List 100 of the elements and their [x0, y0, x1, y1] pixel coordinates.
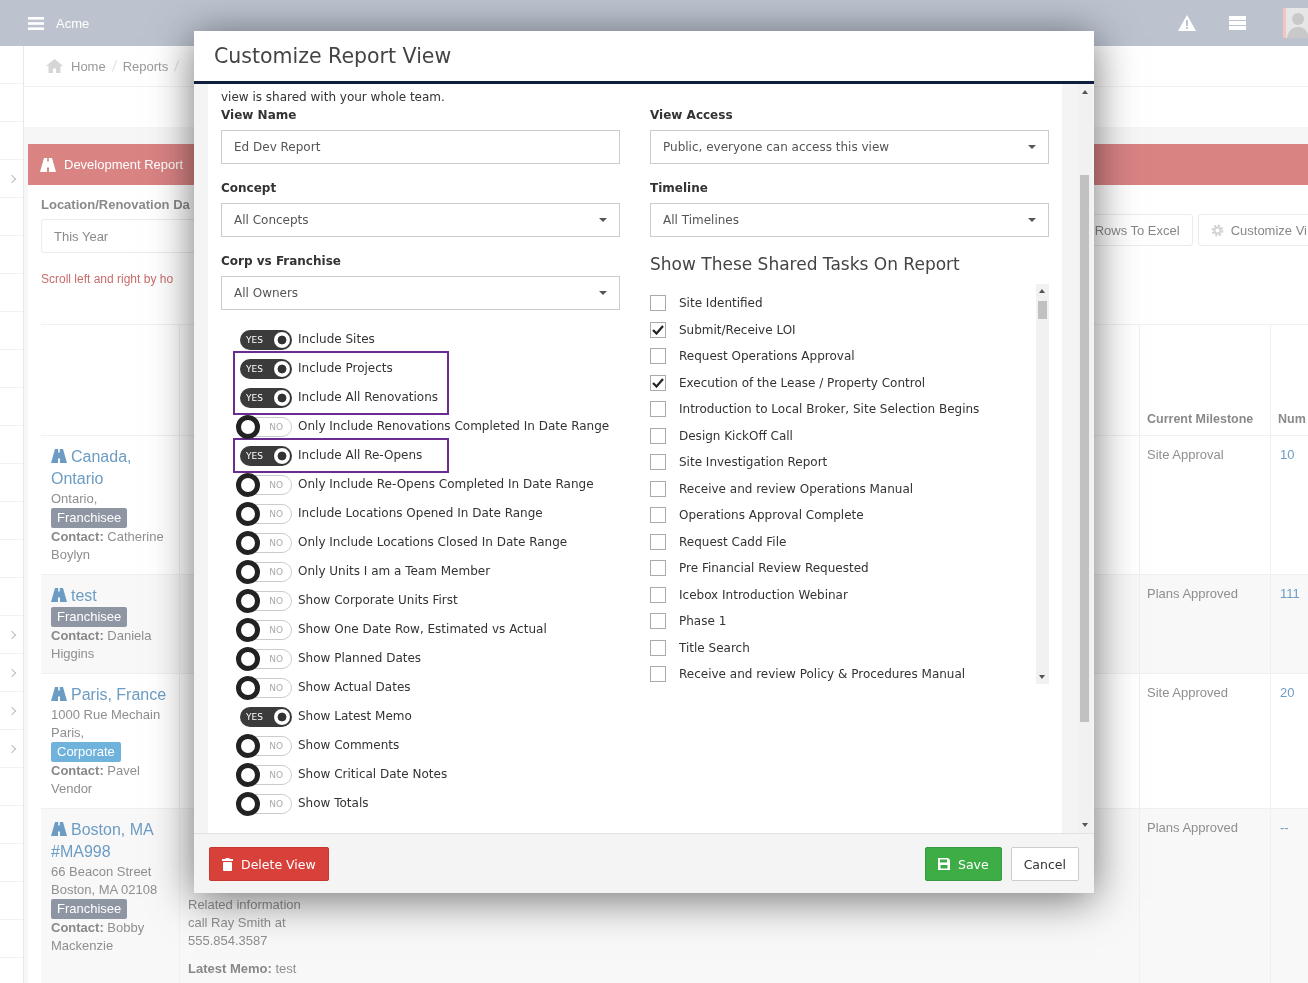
checkbox[interactable] [650, 639, 666, 656]
field-label: Corp vs Franchise [221, 253, 342, 270]
delete-button[interactable]: Delete View [209, 847, 329, 881]
task-label: Phase 1 [679, 614, 727, 629]
gear-icon [1210, 223, 1224, 237]
checkbox[interactable] [650, 507, 666, 524]
checkbox[interactable] [650, 401, 666, 418]
checkbox[interactable] [650, 348, 666, 365]
contact-text: Contact: Daniela Higgins [51, 627, 153, 663]
checkbox[interactable] [650, 666, 666, 683]
toggle-label: Only Include Renovations Completed In Date Range [298, 418, 610, 435]
toggle-label: Show Planned Dates [298, 650, 422, 667]
road-icon [51, 588, 67, 602]
location-link[interactable]: Canada, Ontario [51, 446, 171, 490]
field-label: View Access [650, 107, 734, 124]
cancel-button[interactable]: Cancel [1010, 847, 1079, 881]
type-badge: Franchisee [51, 508, 128, 528]
brand-name[interactable]: Acme [56, 15, 90, 31]
toggle-label: Include Locations Opened In Date Range [298, 505, 543, 522]
toggle-label: Only Include Locations Closed In Date Range [298, 534, 568, 551]
toggle-label: Include All Renovations [298, 389, 438, 406]
field-label: Timeline [650, 180, 709, 197]
checkbox[interactable] [650, 480, 666, 497]
milestone-text: Plans Approved [1147, 586, 1239, 601]
toggle-label: Show Comments [298, 737, 400, 754]
toggle-label: Include Projects [298, 360, 393, 377]
avatar[interactable] [1283, 8, 1308, 38]
task-label: Design KickOff Call [679, 428, 793, 443]
toggle-label: Include Sites [298, 331, 375, 348]
section-title: Show These Shared Tasks On Report [650, 253, 961, 276]
toggle-label: Show Totals [298, 795, 369, 812]
type-badge: Franchisee [51, 899, 128, 919]
checkbox[interactable] [650, 321, 666, 338]
scrollbar[interactable] [1036, 284, 1049, 684]
type-badge: Corporate [51, 742, 121, 762]
location-link[interactable]: test [51, 585, 171, 607]
task-label: Site Investigation Report [679, 455, 828, 470]
location-link[interactable]: Boston, MA #MA998 [51, 819, 171, 863]
contact-text: Contact: Bobby Mackenzie [51, 919, 146, 955]
filter-label: Location/Renovation Da [41, 197, 191, 213]
milestone-text: Site Approved [1147, 685, 1228, 700]
address-text: 66 Beacon Street [51, 863, 153, 881]
checkbox[interactable] [650, 427, 666, 444]
caret-icon [1028, 145, 1036, 149]
toggle-label: Show Critical Date Notes [298, 766, 448, 783]
column-header: Num [1278, 412, 1306, 426]
select-field[interactable]: Public, everyone can access this view [650, 130, 1049, 164]
checkbox[interactable] [650, 454, 666, 471]
select-field[interactable]: All Timelines [650, 203, 1049, 237]
task-label: Introduction to Local Broker, Site Selection Begins [679, 402, 980, 417]
checkbox[interactable] [650, 613, 666, 630]
location-link[interactable]: Paris, France [51, 684, 171, 706]
field-label: View Name [221, 107, 298, 124]
road-icon [40, 157, 56, 172]
toggle-label: Only Units I am a Team Member [298, 563, 491, 580]
address-text: Boston, MA 02108 [51, 881, 159, 899]
address-text: Ontario, [51, 490, 99, 508]
address-text: Paris, [51, 724, 86, 742]
milestone-text: Plans Approved [1147, 820, 1239, 835]
number-text: 111 [1280, 586, 1300, 601]
checkbox[interactable] [650, 560, 666, 577]
checkbox[interactable] [650, 533, 666, 550]
task-label: Receive and review Policy & Procedures Manual [679, 667, 966, 682]
warning-icon[interactable] [1178, 15, 1196, 31]
toggle-label: Only Include Re-Opens Completed In Date Range [298, 476, 594, 493]
select-field[interactable]: All Concepts [221, 203, 620, 237]
number-text: 10 [1280, 447, 1295, 462]
toggle-label: Show Corporate Units First [298, 592, 458, 609]
text-field[interactable]: Ed Dev Report [221, 130, 620, 164]
task-label: Submit/Receive LOI [679, 322, 796, 337]
checkbox[interactable] [650, 374, 666, 391]
milestone-text: Site Approval [1147, 447, 1224, 462]
select-field[interactable]: All Owners [221, 276, 620, 310]
intro-text: view is shared with your whole team. [221, 89, 446, 106]
road-icon [51, 449, 67, 463]
menu-icon[interactable] [28, 16, 44, 30]
hint-text: Scroll left and right by ho [41, 271, 175, 287]
column-header: Current Milestone [1147, 412, 1254, 426]
task-label: Operations Approval Complete [679, 508, 864, 523]
checkbox[interactable] [650, 586, 666, 603]
breadcrumb-link[interactable]: Reports [122, 58, 169, 74]
caret-icon [599, 218, 607, 222]
checkbox[interactable] [650, 295, 666, 312]
panel-title: Development Report [64, 157, 184, 172]
save-button[interactable]: Save [924, 847, 1002, 881]
road-icon [51, 822, 67, 836]
save-icon [937, 858, 950, 870]
toggle-label: Show Actual Dates [298, 679, 411, 696]
caret-icon [599, 291, 607, 295]
task-label: Title Search [679, 640, 750, 655]
task-label: Icebox Introduction Webinar [679, 587, 848, 602]
list-icon[interactable] [1229, 16, 1246, 30]
note-text: Related information [188, 896, 302, 914]
caret-icon [1028, 218, 1036, 222]
task-label: Site Identified [679, 296, 763, 311]
contact-text: Contact: Pavel Vendor [51, 762, 141, 798]
breadcrumb-link[interactable]: Home [71, 58, 106, 74]
task-label: Execution of the Lease / Property Control [679, 375, 926, 390]
home-icon[interactable] [46, 59, 63, 73]
customize-button[interactable]: Customize Vi [1197, 214, 1308, 246]
